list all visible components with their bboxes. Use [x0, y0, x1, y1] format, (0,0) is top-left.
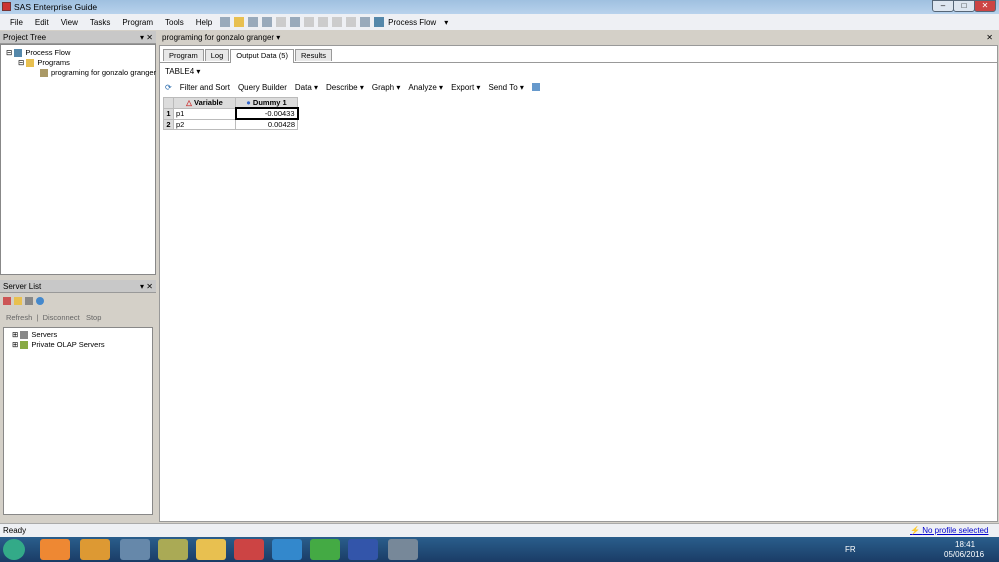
menu-tools[interactable]: Tools — [165, 18, 184, 27]
copy-icon[interactable] — [290, 17, 301, 27]
menu-file[interactable]: File — [10, 18, 23, 27]
tab-output-data[interactable]: Output Data (5) — [230, 49, 294, 63]
start-button[interactable] — [3, 539, 25, 560]
title-bar: SAS Enterprise Guide – □ ✕ — [0, 0, 999, 14]
folder-icon — [26, 59, 35, 68]
tab-program[interactable]: Program — [163, 49, 204, 61]
ie-icon[interactable] — [272, 539, 302, 560]
word-icon[interactable] — [348, 539, 378, 560]
status-bar: Ready ⚡ No profile selected — [0, 523, 999, 537]
document-area: Program Log Output Data (5) Results TABLE4 … — [159, 45, 998, 522]
server-view-icon[interactable] — [25, 296, 33, 305]
minimize-button[interactable]: – — [932, 0, 954, 12]
export-menu[interactable]: Export ▾ — [451, 83, 480, 92]
status-text: Ready — [3, 526, 27, 535]
query-builder-button[interactable]: Query Builder — [238, 83, 287, 92]
cell[interactable]: 0.00428 — [235, 118, 298, 130]
taskbar: FR 18:41 05/06/2016 — [0, 537, 999, 562]
tree-item-olap[interactable]: ⊞ Private OLAP Servers — [12, 340, 144, 350]
column-header-dummy1[interactable]: ● Dummy 1 — [235, 97, 298, 109]
tab-results[interactable]: Results — [294, 49, 332, 61]
refresh-icon[interactable]: ⟳ — [165, 83, 172, 92]
chrome-icon[interactable] — [310, 539, 340, 560]
table-row: 1 p1 -0.00433 — [163, 107, 299, 120]
menu-help[interactable]: Help — [196, 18, 212, 27]
panel-close-icon[interactable]: ▾ ✕ — [140, 282, 153, 291]
process-flow-icon — [374, 17, 385, 27]
project-tree-panel: Project Tree ▾ ✕ ⊟ Process Flow ⊟ Program… — [0, 31, 156, 275]
maximize-button[interactable]: □ — [953, 0, 975, 12]
menu-view[interactable]: View — [61, 18, 78, 27]
clock-time[interactable]: 18:41 — [955, 540, 975, 549]
app-icon[interactable] — [80, 539, 110, 560]
app-icon[interactable] — [388, 539, 418, 560]
print-icon[interactable] — [262, 17, 273, 27]
column-header-variable[interactable]: △ Variable — [173, 97, 236, 109]
window-icon[interactable] — [360, 17, 371, 27]
disconnect-button[interactable]: Disconnect — [43, 313, 80, 322]
open-icon[interactable] — [234, 17, 245, 27]
stop-button[interactable]: Stop — [86, 313, 101, 322]
analyze-menu[interactable]: Analyze ▾ — [408, 83, 443, 92]
tree-item-program[interactable]: programing for gonzalo granger — [6, 68, 156, 78]
panel-close-icon[interactable]: ▾ ✕ — [140, 33, 153, 42]
app-icon — [2, 2, 11, 11]
menu-edit[interactable]: Edit — [35, 18, 49, 27]
paste-icon[interactable] — [304, 17, 315, 27]
properties-icon[interactable] — [531, 83, 540, 91]
profile-link[interactable]: ⚡ No profile selected — [910, 526, 988, 535]
tab-log[interactable]: Log — [204, 49, 230, 61]
olap-icon — [20, 341, 29, 350]
explorer-icon[interactable] — [196, 539, 226, 560]
document-close-icon[interactable]: ✕ — [986, 33, 993, 42]
server-icon[interactable] — [3, 296, 11, 305]
tree-item-programs[interactable]: ⊟ Programs — [6, 58, 150, 68]
process-flow-button[interactable]: Process Flow — [388, 18, 436, 27]
process-flow-icon — [14, 49, 23, 58]
tree-item-servers[interactable]: ⊞ Servers — [12, 330, 144, 340]
table-row: 2 p2 0.00428 — [163, 118, 298, 130]
document-title[interactable]: programing for gonzalo granger — [162, 33, 274, 42]
filter-sort-button[interactable]: Filter and Sort — [180, 83, 230, 92]
close-button[interactable]: ✕ — [974, 0, 996, 12]
send-to-menu[interactable]: Send To ▾ — [488, 83, 523, 92]
server-list-panel: Server List ▾ ✕ Refresh | Disconnect Stop… — [0, 280, 156, 521]
language-indicator[interactable]: FR — [845, 545, 856, 554]
media-player-icon[interactable] — [40, 539, 70, 560]
tree-item-process-flow[interactable]: ⊟ Process Flow — [6, 48, 150, 58]
redo-icon[interactable] — [346, 17, 357, 27]
menu-tasks[interactable]: Tasks — [90, 18, 110, 27]
cell[interactable]: p2 — [173, 118, 236, 130]
data-grid: △ Variable ● Dummy 1 1 p1 -0.00433 2 p2 0.004… — [163, 97, 299, 130]
app-icon[interactable] — [120, 539, 150, 560]
clock-date[interactable]: 05/06/2016 — [944, 550, 984, 559]
globe-icon[interactable] — [36, 296, 44, 305]
table-selector[interactable]: TABLE4 — [165, 67, 194, 76]
data-menu[interactable]: Data ▾ — [295, 83, 318, 92]
cut-icon[interactable] — [276, 17, 287, 27]
app-icon[interactable] — [158, 539, 188, 560]
cell[interactable]: p1 — [173, 107, 236, 120]
server-icon — [20, 331, 29, 340]
menu-bar: File Edit View Tasks Program Tools Help … — [0, 14, 999, 30]
server-list-title: Server List — [3, 282, 42, 291]
cell[interactable]: -0.00433 — [234, 107, 299, 120]
describe-menu[interactable]: Describe ▾ — [326, 83, 364, 92]
project-tree-title: Project Tree — [3, 33, 47, 42]
graph-menu[interactable]: Graph ▾ — [372, 83, 400, 92]
refresh-button[interactable]: Refresh — [6, 313, 32, 322]
program-icon — [40, 69, 48, 78]
menu-program[interactable]: Program — [122, 18, 153, 27]
app-title: SAS Enterprise Guide — [14, 2, 98, 12]
undo-icon[interactable] — [332, 17, 343, 27]
delete-icon[interactable] — [318, 17, 329, 27]
sas-icon[interactable] — [234, 539, 264, 560]
folder-icon[interactable] — [14, 296, 22, 305]
save-icon[interactable] — [248, 17, 259, 27]
new-icon[interactable] — [220, 17, 231, 27]
